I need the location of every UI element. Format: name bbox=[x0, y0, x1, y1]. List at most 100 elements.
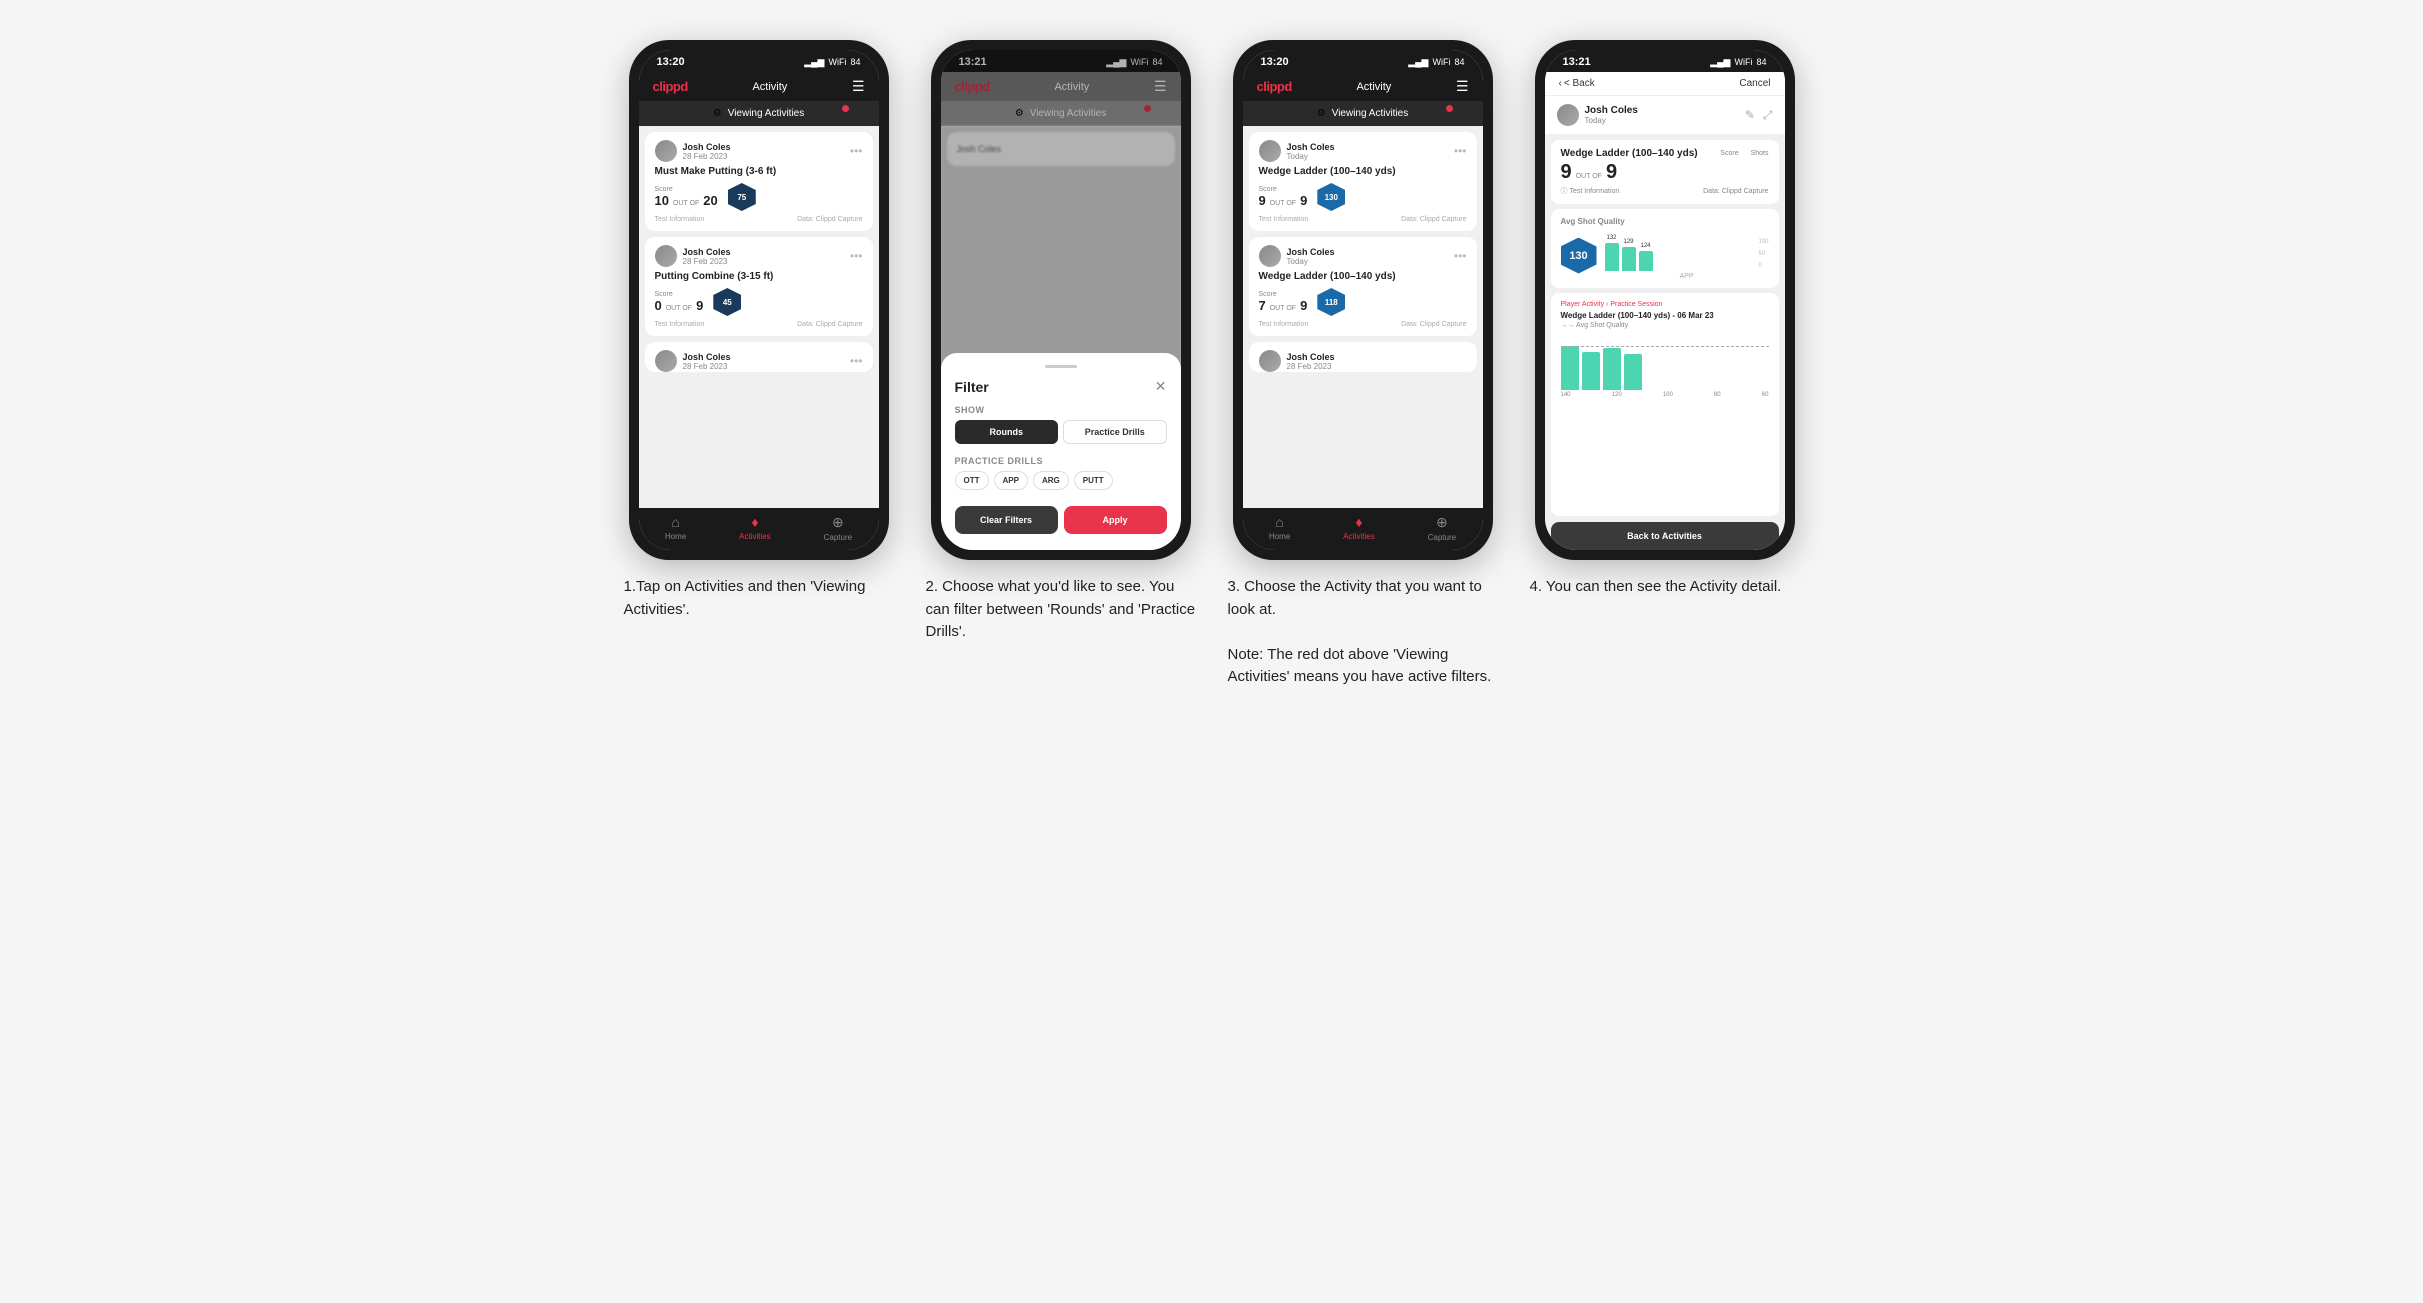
score-label-4: Score bbox=[1720, 150, 1738, 157]
red-dot-1 bbox=[842, 105, 849, 112]
time-4: 13:21 bbox=[1563, 56, 1591, 68]
signal-icon-3: ▂▄▆ bbox=[1408, 57, 1428, 68]
wifi-icon-1: WiFi bbox=[828, 57, 846, 67]
filter-tab-rounds[interactable]: Rounds bbox=[955, 420, 1059, 444]
activities-label-1: Activities bbox=[739, 532, 771, 541]
detail-shots-4: 9 bbox=[1606, 161, 1617, 184]
home-icon-1: ⌂ bbox=[671, 514, 679, 530]
clear-filters-button[interactable]: Clear Filters bbox=[955, 506, 1058, 534]
back-to-activities-button-4[interactable]: Back to Activities bbox=[1551, 522, 1779, 550]
chart-section-card-4: Player Activity › Practice Session Wedge… bbox=[1551, 293, 1779, 516]
time-3: 13:20 bbox=[1261, 56, 1289, 68]
hamburger-1[interactable]: ☰ bbox=[852, 78, 865, 95]
phones-row: 13:20 ▂▄▆ WiFi 84 clippd Activity ☰ ⚙ bbox=[624, 40, 1800, 689]
dots-menu-3-1[interactable]: ••• bbox=[1454, 144, 1467, 158]
nav-activities-1[interactable]: ♦ Activities bbox=[739, 514, 771, 542]
viewing-bar-3[interactable]: ⚙ Viewing Activities bbox=[1243, 101, 1483, 126]
logo-1: clippd bbox=[653, 79, 688, 94]
nav-activities-3[interactable]: ♦ Activities bbox=[1343, 514, 1375, 542]
card-header-1-3: Josh Coles 28 Feb 2023 ••• bbox=[655, 350, 863, 372]
card-footer-3-2: Test Information Data: Clippd Capture bbox=[1259, 321, 1467, 328]
caption-3: 3. Choose the Activity that you want to … bbox=[1228, 576, 1498, 689]
nav-home-3[interactable]: ⌂ Home bbox=[1269, 514, 1290, 542]
edit-icon-4[interactable]: ✎ bbox=[1745, 108, 1755, 123]
activity-card-1-3: Josh Coles 28 Feb 2023 ••• bbox=[645, 342, 873, 372]
filter-pill-ott[interactable]: OTT bbox=[955, 471, 989, 490]
signal-icon-4: ▂▄▆ bbox=[1710, 57, 1730, 68]
dots-menu-1-1[interactable]: ••• bbox=[850, 144, 863, 158]
dots-menu-1-2[interactable]: ••• bbox=[850, 249, 863, 263]
phone-4-column: 13:21 ▂▄▆ WiFi 84 ‹ < Back Cancel bbox=[1530, 40, 1800, 599]
quality-bar-card-4: Avg Shot Quality 130 132 bbox=[1551, 209, 1779, 288]
quality-bar-content-4: 130 132 129 bbox=[1561, 231, 1769, 280]
activity-card-3-2[interactable]: Josh Coles Today ••• Wedge Ladder (100–1… bbox=[1249, 237, 1477, 336]
detail-score-row-bottom: 9 OUT OF 9 bbox=[1561, 161, 1769, 184]
dots-menu-3-2[interactable]: ••• bbox=[1454, 249, 1467, 263]
main-bar-4-4 bbox=[1624, 354, 1642, 390]
dots-menu-1-3[interactable]: ••• bbox=[850, 354, 863, 368]
nav-home-1[interactable]: ⌂ Home bbox=[665, 514, 686, 542]
main-bar-4-3 bbox=[1603, 348, 1621, 390]
detail-score-card-4: Wedge Ladder (100–140 yds) Score Shots 9… bbox=[1551, 140, 1779, 204]
back-button-4[interactable]: ‹ < Back bbox=[1559, 78, 1595, 89]
quality-hex-large-4: 130 bbox=[1561, 238, 1597, 274]
nav-capture-3[interactable]: ⊕ Capture bbox=[1428, 514, 1456, 542]
dashed-line-4 bbox=[1561, 346, 1769, 347]
cancel-button-4[interactable]: Cancel bbox=[1739, 78, 1770, 89]
activity-card-1-2[interactable]: Josh Coles 28 Feb 2023 ••• Putting Combi… bbox=[645, 237, 873, 336]
wifi-icon-4: WiFi bbox=[1734, 57, 1752, 67]
activity-card-1-1[interactable]: Josh Coles 28 Feb 2023 ••• Must Make Put… bbox=[645, 132, 873, 231]
score-block-3-1: Score 9 OUT OF 9 bbox=[1259, 186, 1308, 208]
phone-3-frame: 13:20 ▂▄▆ WiFi 84 clippd Activity ☰ ⚙ Vi… bbox=[1233, 40, 1493, 560]
battery-icon-3: 84 bbox=[1454, 57, 1464, 67]
detail-score-row-top: Wedge Ladder (100–140 yds) Score Shots bbox=[1561, 148, 1769, 159]
viewing-bar-1[interactable]: ⚙ Viewing Activities bbox=[639, 101, 879, 126]
filter-title-row: Filter ✕ bbox=[955, 378, 1167, 395]
bar-rect-4-3 bbox=[1639, 251, 1653, 271]
shots-value-1-1: 20 bbox=[703, 193, 717, 208]
chart-subtitle-4: →→ Avg Shot Quality bbox=[1561, 322, 1769, 329]
apply-filters-button[interactable]: Apply bbox=[1064, 506, 1167, 534]
nav-title-3: Activity bbox=[1356, 81, 1391, 93]
filter-icon-3: ⚙ bbox=[1317, 108, 1326, 119]
filter-pill-app[interactable]: APP bbox=[994, 471, 1028, 490]
shot-quality-hex-3-2: 118 bbox=[1317, 288, 1345, 316]
status-icons-3: ▂▄▆ WiFi 84 bbox=[1408, 57, 1464, 68]
filter-pill-arg[interactable]: ARG bbox=[1033, 471, 1069, 490]
activity-card-3-1[interactable]: Josh Coles Today ••• Wedge Ladder (100–1… bbox=[1249, 132, 1477, 231]
caption-2: 2. Choose what you'd like to see. You ca… bbox=[926, 576, 1196, 644]
home-icon-3: ⌂ bbox=[1275, 514, 1283, 530]
back-label-4: < Back bbox=[1564, 78, 1595, 89]
shots-value-1-2: 9 bbox=[696, 298, 703, 313]
battery-icon-1: 84 bbox=[850, 57, 860, 67]
avatar-1-2 bbox=[655, 245, 677, 267]
y-axis-labels-4: 140 120 100 80 60 bbox=[1561, 392, 1769, 398]
user-date-3-3: 28 Feb 2023 bbox=[1287, 362, 1335, 371]
avatar-3-3 bbox=[1259, 350, 1281, 372]
phone-2-column: 13:21 ▂▄▆ WiFi 84 clippd Activity ☰ ⚙ bbox=[926, 40, 1196, 644]
filter-tab-practice-drills[interactable]: Practice Drills bbox=[1063, 420, 1167, 444]
user-info-3-2: Josh Coles Today bbox=[1287, 247, 1335, 266]
out-of-block-1-2: 0 OUT OF 9 bbox=[655, 298, 704, 313]
nav-capture-1[interactable]: ⊕ Capture bbox=[824, 514, 852, 542]
shot-quality-hex-1-2: 45 bbox=[713, 288, 741, 316]
hamburger-3[interactable]: ☰ bbox=[1456, 78, 1469, 95]
score-label-3-1: Score bbox=[1259, 186, 1308, 193]
quality-bar-chart-4: 132 129 124 bbox=[1605, 231, 1769, 280]
filter-buttons: Clear Filters Apply bbox=[955, 506, 1167, 534]
avatar-3-2 bbox=[1259, 245, 1281, 267]
filter-handle bbox=[1045, 365, 1077, 368]
test-info-1-1: Test Information bbox=[655, 216, 705, 223]
filter-pill-putt[interactable]: PUTT bbox=[1074, 471, 1113, 490]
bottom-nav-3: ⌂ Home ♦ Activities ⊕ Capture bbox=[1243, 508, 1483, 550]
expand-icon-4[interactable]: ⤢ bbox=[1763, 108, 1773, 123]
detail-score-4: 9 bbox=[1561, 161, 1572, 184]
status-bar-3: 13:20 ▂▄▆ WiFi 84 bbox=[1243, 50, 1483, 72]
score-label-1-1: Score bbox=[655, 186, 718, 193]
filter-close-button[interactable]: ✕ bbox=[1155, 378, 1167, 395]
shots-value-3-1: 9 bbox=[1300, 193, 1307, 208]
filter-show-label: Show bbox=[955, 405, 1167, 415]
user-name-1-2: Josh Coles bbox=[683, 247, 731, 257]
out-of-block-3-1: 9 OUT OF 9 bbox=[1259, 193, 1308, 208]
card-title-1-1: Must Make Putting (3-6 ft) bbox=[655, 166, 863, 177]
